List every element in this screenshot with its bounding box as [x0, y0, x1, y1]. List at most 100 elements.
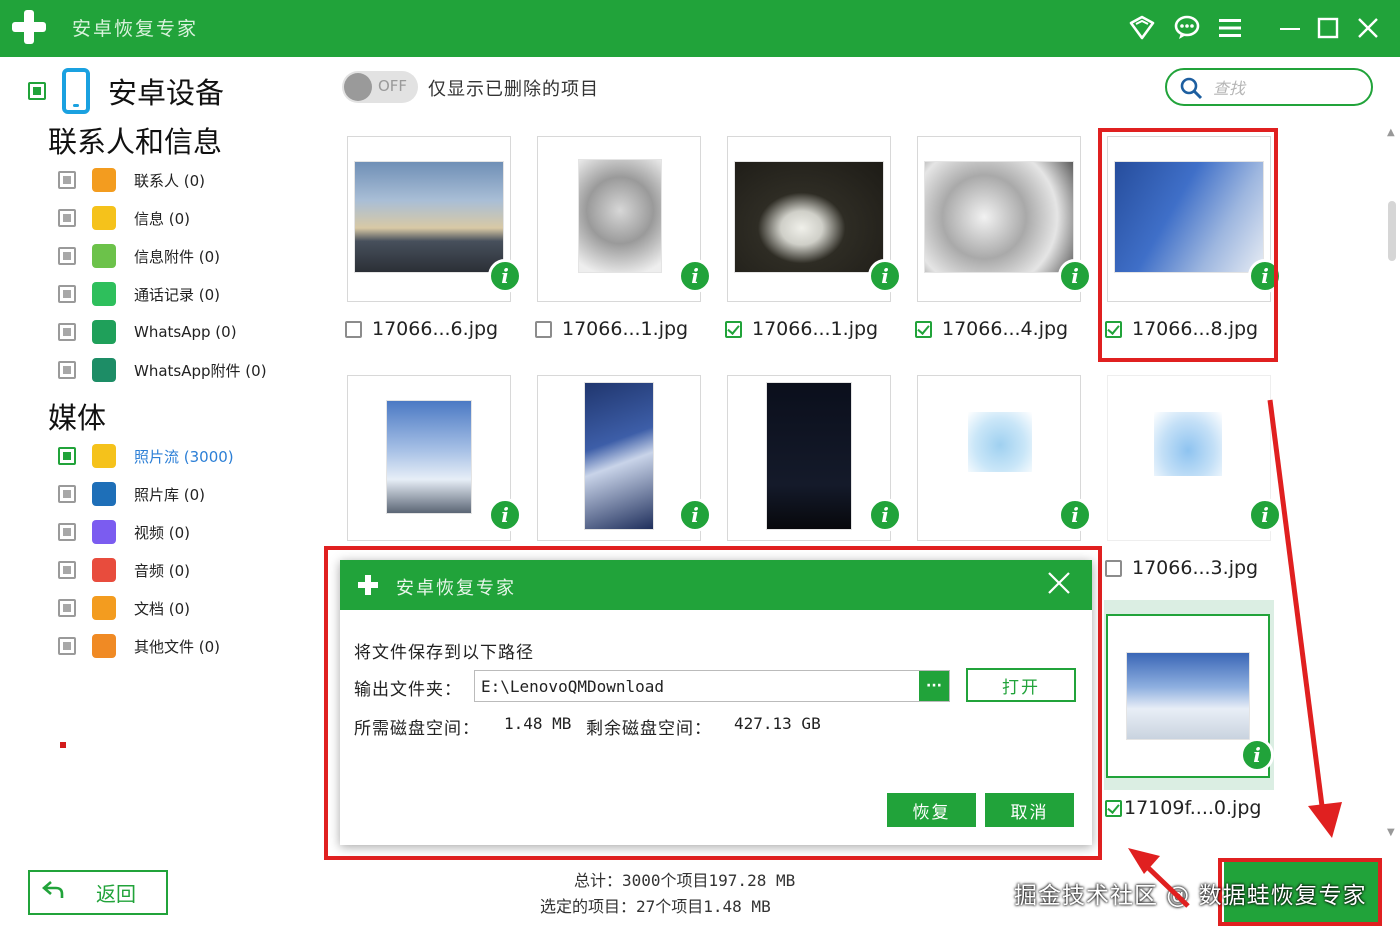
photo-tile[interactable]: i: [917, 136, 1092, 302]
info-icon[interactable]: i: [488, 259, 522, 293]
file-name: 17066...3.jpg: [1132, 557, 1259, 579]
deleted-only-toggle[interactable]: OFF: [342, 71, 418, 103]
sidebar-checkbox[interactable]: [58, 361, 76, 379]
sidebar-checkbox[interactable]: [58, 447, 76, 465]
photo-tile[interactable]: i: [727, 375, 902, 541]
file-item[interactable]: 17066...1.jpg: [535, 317, 688, 341]
sidebar-item-contact-2[interactable]: 信息附件 (0): [58, 241, 220, 271]
open-button[interactable]: 打开: [966, 668, 1076, 702]
photo-tile[interactable]: i: [537, 136, 712, 302]
photo-thumbnail: [584, 382, 654, 530]
device-label: 安卓设备: [108, 76, 225, 110]
sidebar-checkbox[interactable]: [58, 209, 76, 227]
sidebar-checkbox[interactable]: [58, 285, 76, 303]
watermark-text: 掘金技术社区 @ 数据蛙恢复专家: [1014, 883, 1367, 909]
device-row[interactable]: 安卓设备: [28, 67, 224, 115]
photo-tile[interactable]: i: [537, 375, 712, 541]
contacts-section-title: 联系人和信息: [48, 125, 223, 159]
sidebar-item-contact-5[interactable]: WhatsApp附件 (0): [58, 355, 267, 385]
file-item[interactable]: 17066...4.jpg: [915, 317, 1068, 341]
photo-thumbnail: [734, 161, 884, 273]
info-icon[interactable]: i: [488, 498, 522, 532]
info-icon[interactable]: i: [868, 498, 902, 532]
sidebar-checkbox[interactable]: [58, 599, 76, 617]
deleted-only-label: 仅显示已删除的项目: [428, 79, 599, 100]
sidebar-item-media-2[interactable]: 视频 (0): [58, 517, 190, 547]
file-item[interactable]: 17066...3.jpg: [1105, 556, 1258, 580]
info-icon[interactable]: i: [678, 498, 712, 532]
output-path-field[interactable]: ···: [474, 670, 950, 702]
file-item[interactable]: 17066...1.jpg: [725, 317, 878, 341]
file-checkbox[interactable]: [915, 320, 932, 338]
sidebar-item-label: 音频 (0): [134, 561, 191, 580]
photo-tile-selected[interactable]: i: [1104, 600, 1274, 790]
wifi-icon[interactable]: [1126, 12, 1158, 44]
sidebar-item-contact-1[interactable]: 信息 (0): [58, 203, 190, 233]
browse-button[interactable]: ···: [919, 671, 949, 701]
scroll-up-icon[interactable]: ▲: [1387, 127, 1395, 138]
back-button[interactable]: 返回: [28, 870, 168, 915]
maximize-icon[interactable]: [1312, 12, 1344, 44]
cancel-button[interactable]: 取消: [985, 793, 1074, 827]
sidebar-item-contact-0[interactable]: 联系人 (0): [58, 165, 205, 195]
contact-icon: [92, 168, 116, 192]
sidebar-item-media-0[interactable]: 照片流 (3000): [58, 441, 234, 471]
app-title: 安卓恢复专家: [72, 18, 199, 40]
dialog-title: 安卓恢复专家: [396, 578, 516, 599]
menu-icon[interactable]: [1214, 12, 1246, 44]
sidebar-checkbox[interactable]: [58, 171, 76, 189]
output-path-input[interactable]: [475, 671, 915, 701]
scroll-down-icon[interactable]: ▼: [1387, 827, 1395, 838]
file-checkbox[interactable]: [1105, 799, 1122, 817]
info-icon[interactable]: i: [1058, 498, 1092, 532]
app-logo-icon: [12, 10, 46, 44]
file-item[interactable]: 17066...6.jpg: [345, 317, 498, 341]
info-icon[interactable]: i: [678, 259, 712, 293]
recover-button[interactable]: 恢复: [887, 793, 976, 827]
info-icon[interactable]: i: [1240, 738, 1274, 772]
device-checkbox[interactable]: [28, 82, 46, 100]
search-input[interactable]: [1213, 77, 1363, 99]
sidebar-checkbox[interactable]: [58, 247, 76, 265]
chat-icon[interactable]: [1171, 12, 1203, 44]
sidebar-checkbox[interactable]: [58, 561, 76, 579]
photo-thumbnail: [766, 382, 852, 530]
sidebar-item-media-3[interactable]: 音频 (0): [58, 555, 190, 585]
sidebar-item-contact-3[interactable]: 通话记录 (0): [58, 279, 220, 309]
photo-tile[interactable]: i: [917, 375, 1092, 541]
photo-tile[interactable]: i: [1107, 375, 1282, 541]
file-checkbox[interactable]: [535, 320, 552, 338]
info-icon[interactable]: i: [1248, 498, 1282, 532]
search-box[interactable]: [1165, 68, 1373, 106]
file-checkbox[interactable]: [1105, 559, 1122, 577]
toggle-knob: [344, 73, 372, 101]
sidebar-checkbox[interactable]: [58, 323, 76, 341]
file-item[interactable]: 17109f....0.jpg: [1105, 796, 1261, 820]
remaining-space-label: 剩余磁盘空间：: [586, 719, 712, 739]
sidebar-item-media-5[interactable]: 其他文件 (0): [58, 631, 220, 661]
file-checkbox[interactable]: [345, 320, 362, 338]
sidebar-checkbox[interactable]: [58, 485, 76, 503]
photo-tile[interactable]: i: [727, 136, 902, 302]
photo-thumbnail: [1154, 412, 1222, 476]
sidebar-checkbox[interactable]: [58, 523, 76, 541]
required-space-label: 所需磁盘空间：: [354, 719, 480, 739]
total-items: 总计：3000个项目197.28 MB: [574, 871, 796, 890]
photo-tile[interactable]: i: [347, 375, 522, 541]
sidebar-item-label: 文档 (0): [134, 599, 191, 618]
photo-tile[interactable]: i: [347, 136, 522, 302]
dialog-close-icon[interactable]: [1046, 570, 1072, 602]
sidebar-item-media-4[interactable]: 文档 (0): [58, 593, 190, 623]
sidebar-item-label: 信息附件 (0): [134, 247, 221, 266]
folder-icon: [92, 596, 116, 620]
sidebar-item-media-1[interactable]: 照片库 (0): [58, 479, 205, 509]
minimize-icon[interactable]: [1274, 12, 1306, 44]
scrollbar[interactable]: ▲ ▼: [1386, 127, 1398, 847]
info-icon[interactable]: i: [868, 259, 902, 293]
info-icon[interactable]: i: [1058, 259, 1092, 293]
scroll-thumb[interactable]: [1388, 201, 1396, 261]
file-checkbox[interactable]: [725, 320, 742, 338]
close-icon[interactable]: [1352, 12, 1384, 44]
sidebar-checkbox[interactable]: [58, 637, 76, 655]
sidebar-item-contact-4[interactable]: WhatsApp (0): [58, 317, 237, 347]
